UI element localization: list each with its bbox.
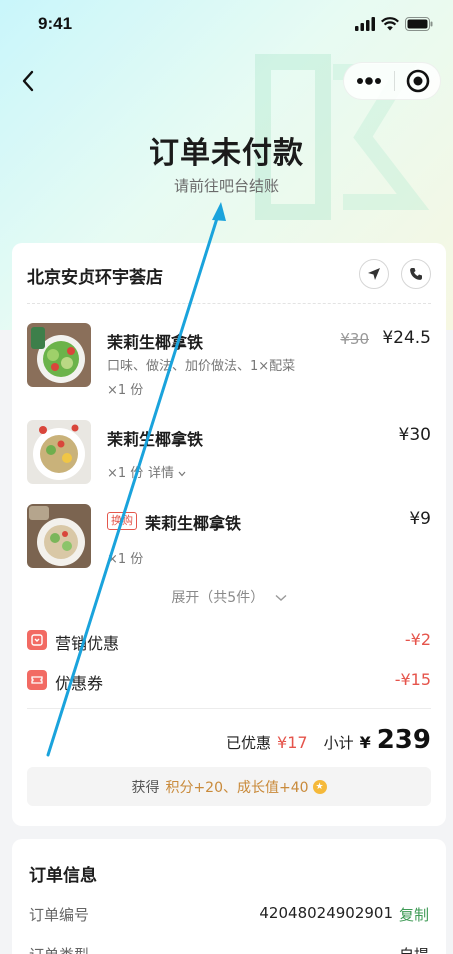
promotion-row: 营销优惠 -¥2 (27, 628, 431, 653)
item-spec: 口味、做法、加价做法、1×配菜 (107, 359, 296, 374)
store-name: 北京安贞环宇荟店 (27, 268, 163, 288)
navigation-arrow-icon (368, 268, 380, 280)
target-icon (406, 69, 429, 93)
status-bar: 9:41 (0, 0, 453, 48)
page-subtitle: 请前往吧台结账 (173, 177, 279, 195)
miniprogram-capsule (343, 62, 441, 100)
coupon-label: 优惠券 (55, 674, 104, 693)
coin-icon: ★ (312, 779, 327, 794)
order-item[interactable]: 茉莉生椰拿铁 ×1 份 详情 ¥30 (27, 420, 431, 486)
item-image (27, 323, 91, 387)
reward-text: 积分+20、成长值+40 (165, 779, 309, 796)
subtotal-value: 239 (376, 725, 431, 755)
subtotal-currency: ¥ (359, 733, 371, 752)
expand-items-label: 展开（共5件） (171, 590, 265, 606)
discount-value: ¥17 (277, 733, 308, 752)
status-time: 9:41 (38, 14, 73, 33)
item-price: ¥9 (409, 509, 431, 529)
order-type-row: 订单类型 自提 (29, 944, 429, 954)
coupon-value: -¥15 (394, 670, 431, 689)
order-number-label: 订单编号 (29, 906, 90, 924)
call-store-button[interactable] (401, 259, 431, 289)
order-number-row: 订单编号 42048024902901 复制 (29, 904, 429, 926)
chevron-down-icon (275, 594, 287, 601)
coupon-row: 优惠券 -¥15 (27, 668, 431, 693)
summary-divider (27, 708, 431, 709)
order-number-value: 42048024902901 (259, 904, 393, 922)
item-price: ¥24.5 (382, 328, 431, 348)
expand-items-button[interactable]: 展开（共5件） (12, 587, 446, 607)
order-type-label: 订单类型 (29, 944, 89, 954)
close-miniprogram-button[interactable] (395, 63, 440, 99)
order-item[interactable]: 茉莉生椰拿铁 口味、做法、加价做法、1×配菜 ×1 份 ¥30 ¥24.5 (27, 323, 431, 398)
copy-order-number-button[interactable]: 复制 (399, 904, 429, 925)
order-card: 北京安贞环宇荟店 茉莉生椰拿铁 口味、做法、加价做法、1×配菜 ×1 份 ¥30… (12, 243, 446, 826)
item-name: 茉莉生椰拿铁 (107, 333, 204, 352)
wifi-icon (381, 17, 399, 31)
more-dots-icon (357, 77, 381, 85)
battery-icon (405, 17, 433, 31)
promotion-label: 营销优惠 (55, 634, 120, 653)
reward-prefix: 获得 (131, 779, 160, 796)
store-divider (27, 303, 431, 304)
order-info-title: 订单信息 (29, 866, 97, 886)
navigate-button[interactable] (359, 259, 389, 289)
coupon-tag-icon (27, 630, 47, 650)
discount-label: 已优惠 (226, 734, 272, 752)
item-quantity: ×1 份 (107, 466, 144, 481)
order-type-value: 自提 (399, 944, 429, 954)
subtotal-label: 小计 (323, 734, 354, 752)
back-button[interactable] (16, 64, 40, 98)
page-title: 订单未付款 (149, 136, 304, 171)
item-detail-link[interactable]: 详情 (148, 462, 186, 481)
order-info-card: 订单信息 订单编号 42048024902901 复制 订单类型 自提 (12, 839, 446, 954)
exchange-purchase-tag: 换购 (107, 512, 137, 530)
item-image (27, 420, 91, 484)
status-icons (355, 17, 433, 31)
phone-icon (410, 268, 422, 280)
order-item[interactable]: 换购 茉莉生椰拿铁 ×1 份 ¥9 (27, 504, 431, 572)
reward-banner: 获得 积分+20、成长值+40 ★ (27, 767, 431, 806)
item-original-price: ¥30 (340, 330, 369, 348)
chevron-left-icon (22, 70, 34, 92)
item-quantity: ×1 份 (107, 383, 144, 398)
promotion-value: -¥2 (404, 630, 431, 649)
signal-icon (355, 17, 375, 31)
item-name: 茉莉生椰拿铁 (107, 430, 204, 449)
chevron-down-icon (178, 471, 186, 477)
more-button[interactable] (344, 63, 394, 99)
item-quantity: ×1 份 (107, 552, 144, 567)
item-detail-label: 详情 (148, 466, 175, 481)
coupon-ticket-icon (27, 670, 47, 690)
order-summary: 已优惠 ¥17 小计 ¥ 239 (226, 725, 431, 755)
item-name: 茉莉生椰拿铁 (145, 514, 242, 533)
item-image (27, 504, 91, 568)
item-price: ¥30 (398, 425, 431, 445)
